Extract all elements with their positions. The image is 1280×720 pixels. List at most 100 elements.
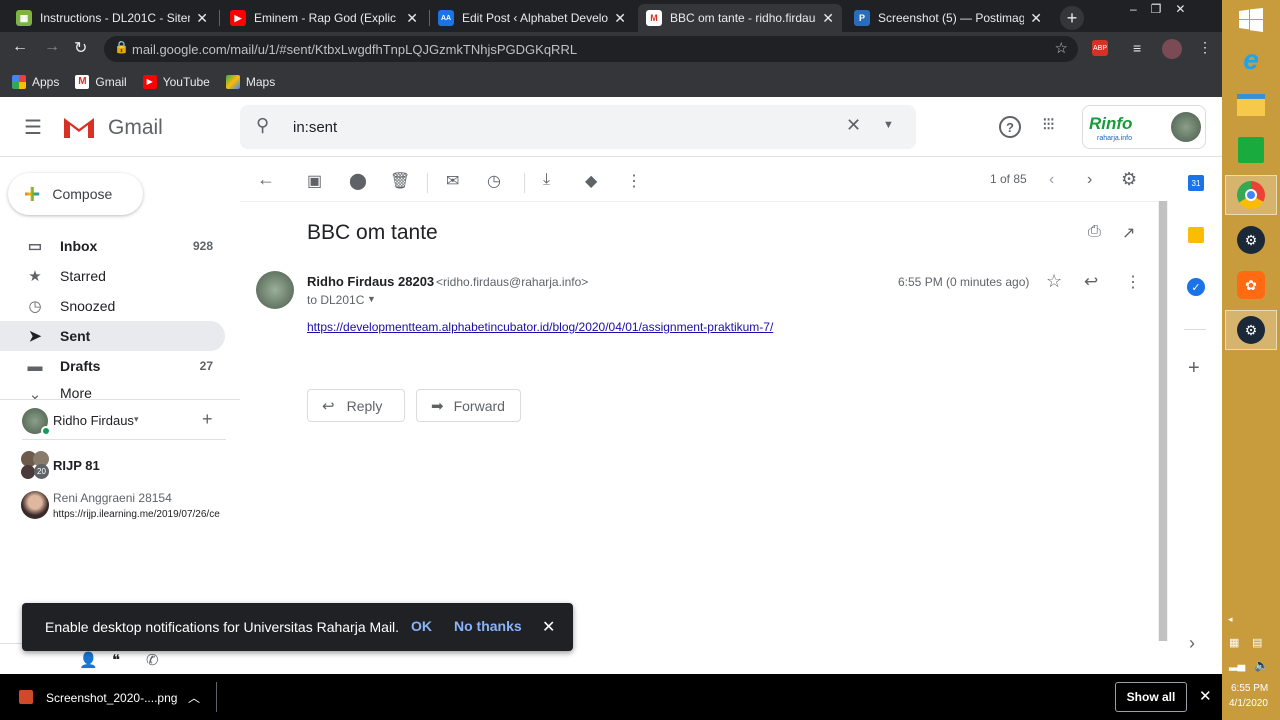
network-error-icon[interactable]: ▦: [1229, 636, 1239, 649]
new-tab-button[interactable]: +: [1060, 6, 1084, 30]
snooze-icon[interactable]: ◷: [487, 171, 501, 191]
snackbar-ok-button[interactable]: OK: [411, 618, 432, 634]
contact-message-snippet[interactable]: https://rijp.ilearning.me/2019/07/26/ce: [53, 509, 225, 520]
clear-search-icon[interactable]: ✕: [846, 115, 861, 136]
scrollbar-thumb[interactable]: [1159, 201, 1167, 641]
search-input[interactable]: in:sent: [293, 119, 337, 136]
close-tab-icon[interactable]: ✕: [1030, 10, 1042, 27]
abp-extension-icon[interactable]: ABP: [1092, 40, 1108, 56]
tab-postimage[interactable]: P Screenshot (5) — Postimage.o ✕: [846, 4, 1050, 32]
calendar-icon[interactable]: 31: [1188, 175, 1204, 191]
tab-gmail[interactable]: M BBC om tante - ridho.firdaus@ ✕: [638, 4, 842, 32]
mark-unread-icon[interactable]: ✉: [446, 171, 459, 191]
open-new-window-icon[interactable]: ↗: [1122, 223, 1135, 243]
add-contact-icon[interactable]: +: [202, 409, 213, 430]
keep-icon[interactable]: [1188, 227, 1204, 243]
sidebar-item-more[interactable]: ⌄ More: [0, 381, 225, 399]
action-center-icon[interactable]: ▤: [1252, 636, 1262, 649]
report-spam-icon[interactable]: ⬤: [349, 171, 367, 191]
older-chevron-icon[interactable]: ›: [1087, 171, 1092, 189]
delete-icon[interactable]: 🗑: [390, 171, 410, 191]
bookmark-gmail[interactable]: M Gmail: [75, 74, 127, 89]
menu-dots-icon[interactable]: ⋮: [1198, 39, 1212, 56]
sidebar-item-snoozed[interactable]: ◷ Snoozed: [0, 291, 225, 321]
sidebar-item-sent[interactable]: ➤ Sent: [0, 321, 225, 351]
search-bar[interactable]: ⚲ in:sent ✕ ▼: [240, 105, 916, 149]
main-menu-icon[interactable]: ☰: [24, 115, 42, 140]
back-to-sent-icon[interactable]: ←: [257, 169, 275, 190]
show-details-icon[interactable]: ▼: [367, 294, 376, 304]
search-options-icon[interactable]: ▼: [883, 119, 894, 131]
sidebar-item-inbox[interactable]: ▭ Inbox 928: [0, 231, 225, 261]
taskbar-ucbrowser[interactable]: ✿: [1225, 265, 1277, 305]
window-controls[interactable]: –❐✕: [1130, 2, 1200, 16]
google-apps-icon[interactable]: ⁝⁝⁝: [1042, 114, 1055, 135]
email-body-link[interactable]: https://developmentteam.alphabetincubato…: [307, 320, 773, 334]
taskbar-steam-active[interactable]: ⚙: [1225, 310, 1277, 350]
sender-name[interactable]: Ridho Firdaus 28203: [307, 274, 434, 289]
sidebar-item-drafts[interactable]: ▬ Drafts 27: [0, 351, 225, 381]
move-to-icon[interactable]: ⤓: [543, 171, 550, 189]
bookmark-youtube[interactable]: ▶ YouTube: [142, 74, 210, 89]
reply-arrow-icon[interactable]: ↩: [1084, 272, 1098, 292]
address-bar[interactable]: 🔒 mail.google.com/mail/u/1/#sent/KtbxLwg…: [104, 36, 1078, 62]
tasks-icon[interactable]: ✓: [1187, 278, 1205, 296]
snackbar-close-icon[interactable]: ✕: [542, 617, 555, 637]
sidebar-item-starred[interactable]: ★ Starred: [0, 261, 225, 291]
hangouts-user-name[interactable]: Ridho Firdaus: [53, 413, 134, 428]
bookmark-maps[interactable]: Maps: [225, 74, 275, 89]
close-download-bar-icon[interactable]: ✕: [1199, 687, 1212, 705]
snackbar-no-thanks-button[interactable]: No thanks: [454, 618, 522, 634]
reply-button[interactable]: ↩ Reply: [307, 389, 405, 422]
newer-chevron-icon[interactable]: ‹: [1049, 171, 1054, 189]
tab-youtube[interactable]: ▶ Eminem - Rap God (Explic ✕: [222, 4, 426, 32]
person-icon[interactable]: 👤: [79, 651, 98, 669]
star-message-icon[interactable]: ☆: [1046, 271, 1062, 292]
show-all-button[interactable]: Show all: [1115, 682, 1187, 712]
taskbar-store[interactable]: [1225, 130, 1277, 170]
clock-date[interactable]: 4/1/2020: [1229, 698, 1268, 709]
playlist-icon[interactable]: ≡: [1133, 40, 1141, 56]
hangouts-contact-name[interactable]: Reni Anggraeni 28154: [53, 491, 172, 505]
phone-icon[interactable]: ✆: [146, 651, 159, 669]
tab-instructions[interactable]: ▦ Instructions - DL201C - Sitem ✕: [8, 4, 216, 32]
clock-time[interactable]: 6:55 PM: [1231, 683, 1268, 694]
archive-icon[interactable]: ▣: [307, 171, 322, 191]
print-icon[interactable]: ⎙: [1088, 223, 1101, 241]
download-chevron-up-icon[interactable]: ︿: [188, 689, 200, 706]
hangouts-icon[interactable]: ❝: [112, 651, 120, 669]
close-tab-icon[interactable]: ✕: [196, 10, 208, 27]
message-more-icon[interactable]: ⋮: [1125, 272, 1141, 292]
more-options-icon[interactable]: ⋮: [626, 171, 642, 191]
profile-avatar[interactable]: [1162, 39, 1182, 59]
bookmark-apps[interactable]: Apps: [12, 74, 59, 89]
forward-button[interactable]: ➡ Forward: [416, 389, 521, 422]
volume-icon[interactable]: 🔈: [1254, 658, 1269, 672]
get-addons-icon[interactable]: +: [1188, 357, 1200, 380]
sender-avatar[interactable]: [256, 271, 294, 309]
close-tab-icon[interactable]: ✕: [822, 10, 834, 27]
caret-down-icon[interactable]: ▾: [134, 414, 139, 425]
close-tab-icon[interactable]: ✕: [614, 10, 626, 27]
settings-gear-icon[interactable]: ⚙: [1121, 169, 1137, 190]
search-icon[interactable]: ⚲: [256, 115, 269, 136]
compose-button[interactable]: + Compose: [8, 173, 143, 215]
tab-edit-post[interactable]: AA Edit Post ‹ Alphabet Developn ✕: [430, 4, 634, 32]
tray-expand-icon[interactable]: ◂: [1228, 614, 1233, 625]
back-arrow-icon[interactable]: ←: [12, 38, 28, 56]
taskbar-chrome[interactable]: [1225, 175, 1277, 215]
close-tab-icon[interactable]: ✕: [406, 10, 418, 27]
start-button[interactable]: [1225, 0, 1277, 40]
signal-icon[interactable]: ▂▄: [1229, 658, 1245, 671]
bookmark-star-icon[interactable]: ☆: [1055, 39, 1068, 57]
hangouts-contact-name[interactable]: RIJP 81: [53, 458, 100, 473]
help-icon[interactable]: ?: [999, 116, 1021, 138]
reload-icon[interactable]: ↻: [74, 38, 87, 58]
forward-arrow-icon[interactable]: →: [44, 38, 60, 56]
expand-panel-icon[interactable]: ›: [1189, 633, 1195, 654]
taskbar-explorer[interactable]: [1225, 85, 1277, 125]
download-file-name[interactable]: Screenshot_2020-....png: [46, 691, 177, 705]
label-icon[interactable]: ◆: [585, 171, 597, 191]
account-switcher[interactable]: Rinfo raharja.info: [1082, 105, 1206, 149]
taskbar-ie[interactable]: e: [1225, 40, 1277, 80]
